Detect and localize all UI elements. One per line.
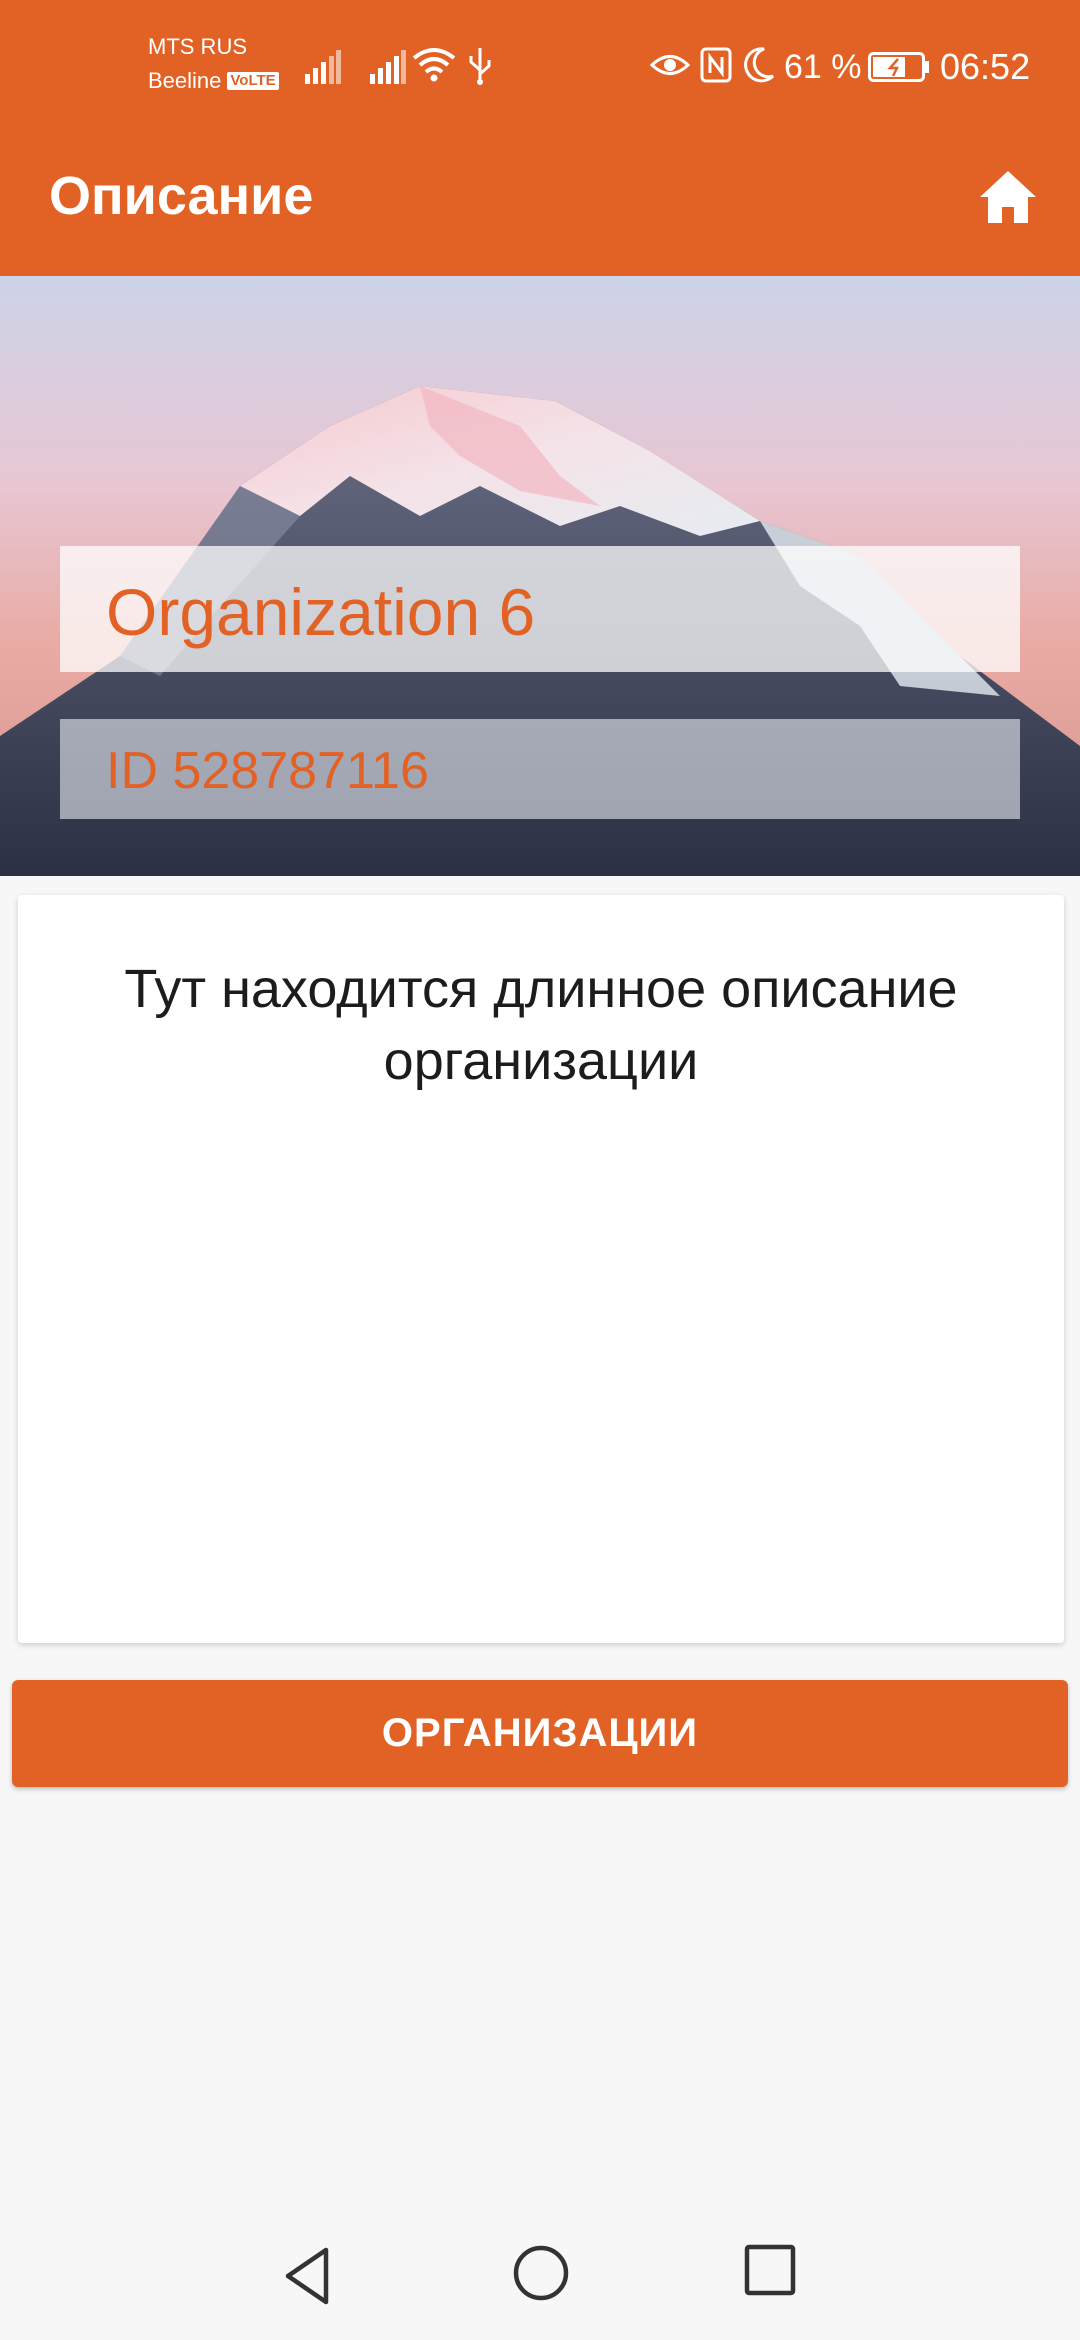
status-bar: MTS RUS Beeline VoLTE 61 % 06:52 bbox=[0, 0, 1080, 135]
organizations-button[interactable]: ОРГАНИЗАЦИИ bbox=[12, 1680, 1068, 1787]
clock: 06:52 bbox=[940, 46, 1031, 87]
back-icon[interactable] bbox=[280, 2244, 336, 2308]
moon-icon bbox=[744, 47, 775, 83]
signal-icon bbox=[305, 50, 341, 84]
volte-badge: VoLTE bbox=[227, 72, 279, 90]
signal-icon bbox=[370, 50, 406, 84]
carrier-2-label: Beeline bbox=[148, 68, 222, 93]
system-nav-bar bbox=[0, 2214, 1080, 2340]
battery-icon bbox=[868, 52, 929, 82]
organization-name-banner: Organization 6 bbox=[60, 546, 1020, 672]
app-bar: Описание bbox=[0, 135, 1080, 276]
carrier-name-2: Beeline VoLTE bbox=[148, 68, 279, 94]
description-text: Тут находится длинное описание организац… bbox=[124, 959, 958, 1091]
home-circle-icon[interactable] bbox=[512, 2244, 570, 2302]
organization-id-banner: ID 528787116 bbox=[60, 719, 1020, 819]
wifi-icon bbox=[412, 48, 456, 82]
battery-percent: 61 % bbox=[784, 48, 862, 86]
organizations-button-label: ОРГАНИЗАЦИИ bbox=[381, 1711, 699, 1755]
page-title: Описание bbox=[49, 166, 314, 226]
eye-icon bbox=[650, 55, 690, 75]
recents-icon[interactable] bbox=[744, 2244, 796, 2296]
carrier-name-1: MTS RUS bbox=[148, 34, 247, 59]
organization-id: ID 528787116 bbox=[106, 742, 429, 800]
home-icon[interactable] bbox=[976, 165, 1040, 229]
usb-icon bbox=[469, 48, 491, 85]
description-card: Тут находится длинное описание организац… bbox=[18, 895, 1064, 1643]
nfc-icon bbox=[700, 47, 732, 83]
organization-name: Organization 6 bbox=[106, 575, 536, 649]
hero-image: Organization 6 ID 528787116 bbox=[0, 276, 1080, 876]
